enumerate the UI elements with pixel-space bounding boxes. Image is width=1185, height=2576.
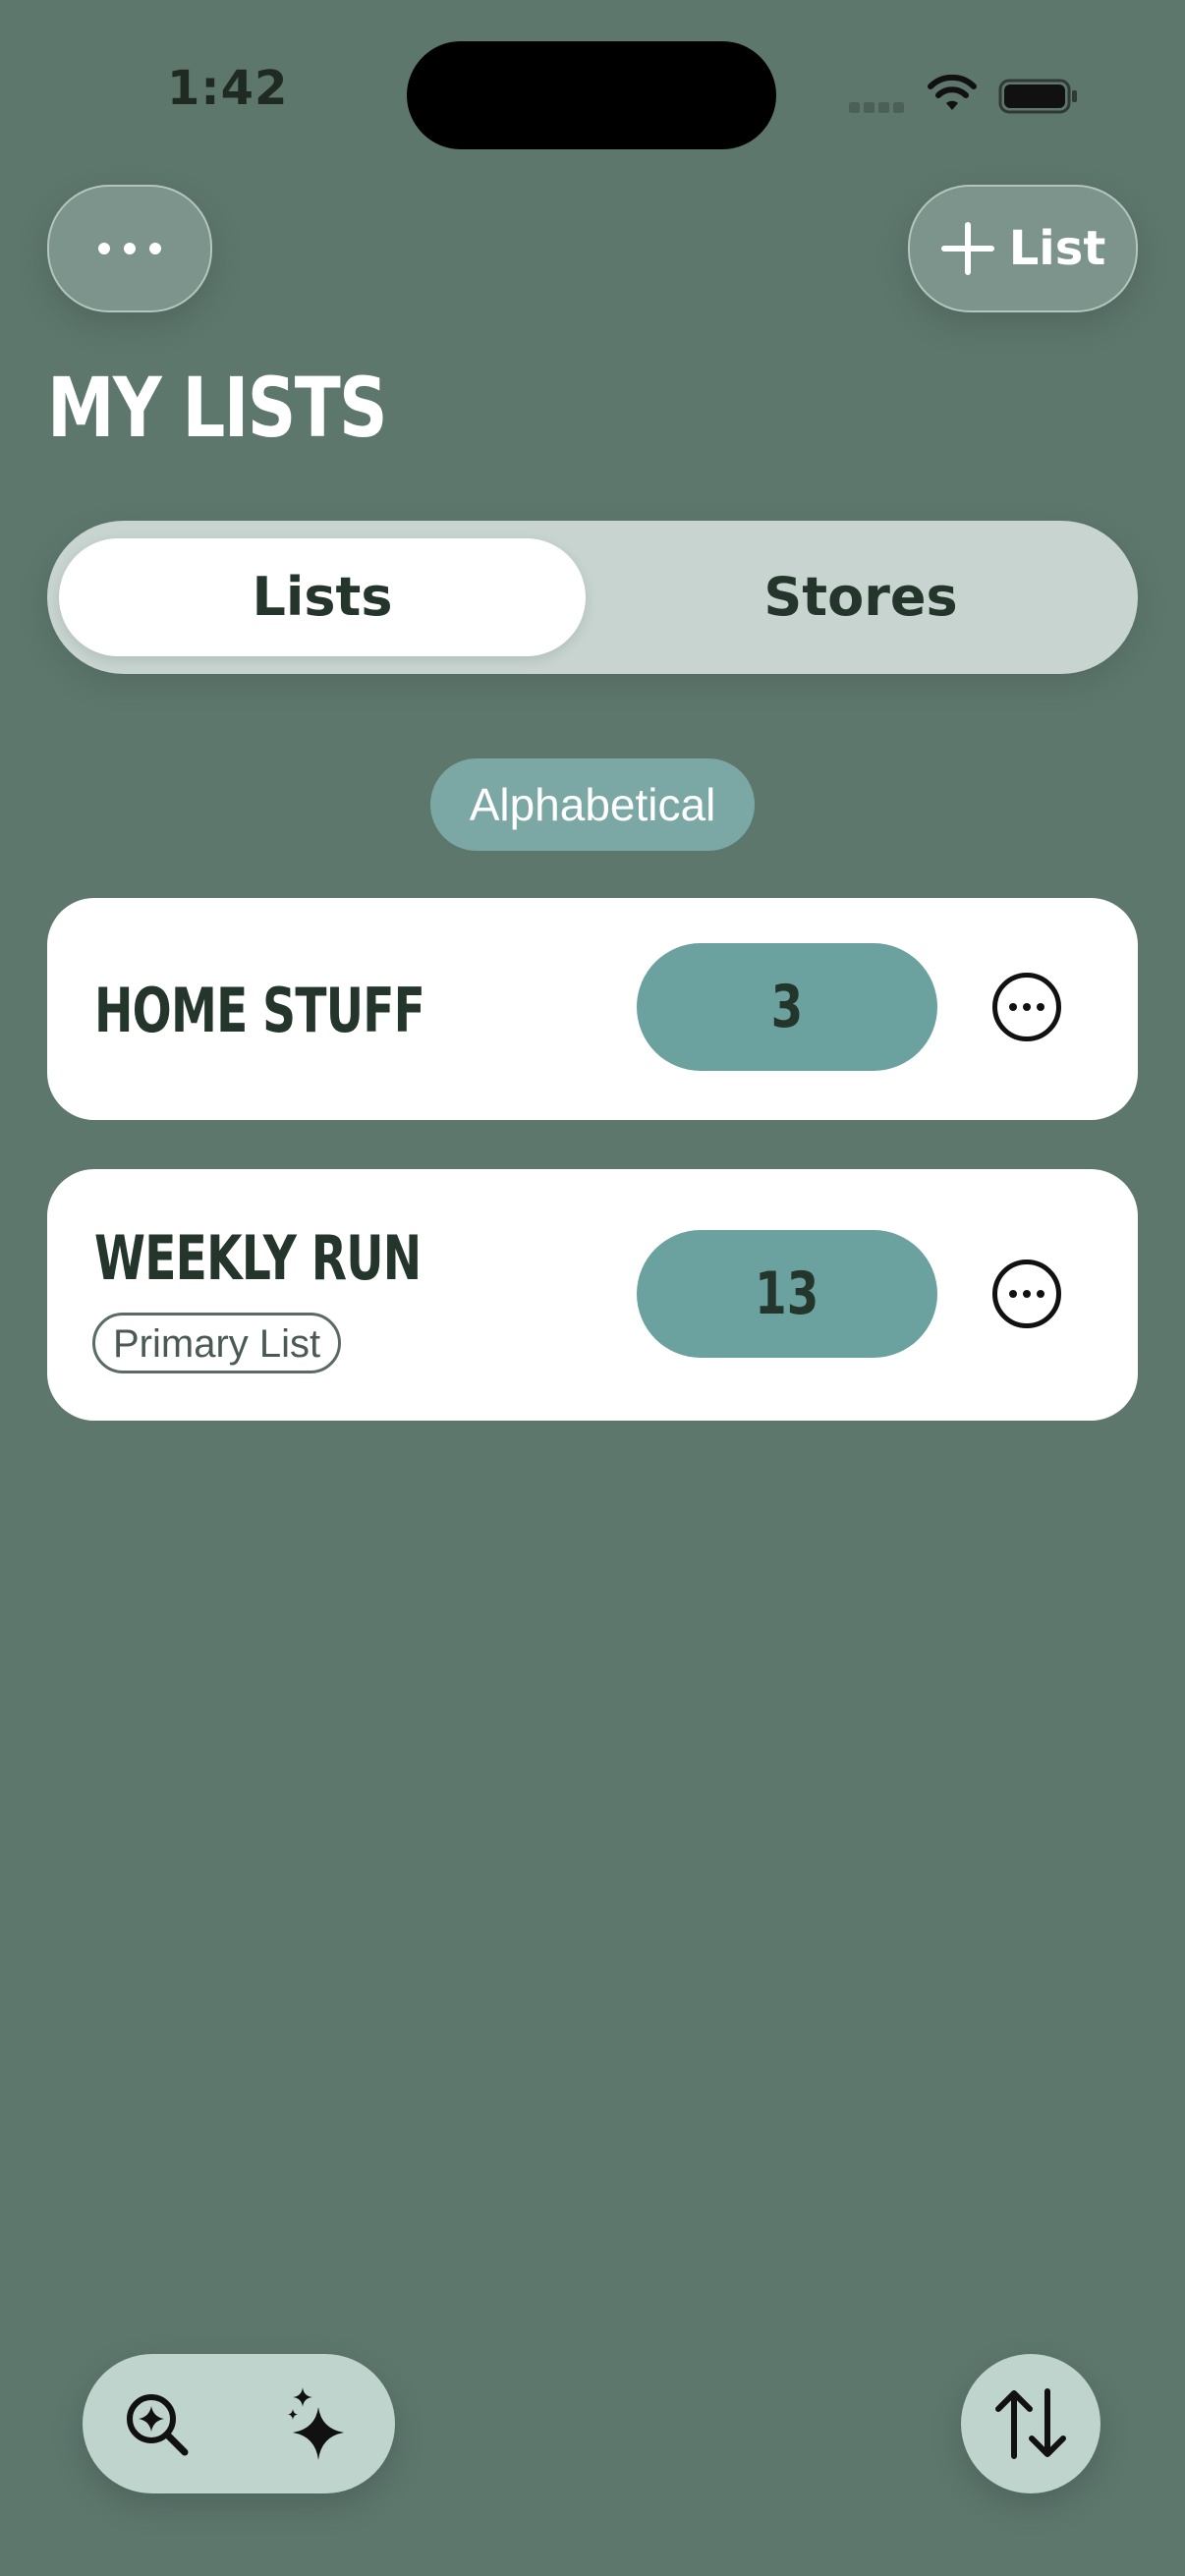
lists-stores-segmented-control: Lists Stores bbox=[47, 521, 1138, 674]
sort-order-button[interactable]: Alphabetical bbox=[430, 758, 755, 851]
more-options-button[interactable] bbox=[47, 185, 212, 312]
page-title: MY LISTS bbox=[47, 360, 388, 456]
tab-stores[interactable]: Stores bbox=[597, 538, 1124, 656]
bottom-tools-group bbox=[83, 2354, 395, 2493]
tab-lists[interactable]: Lists bbox=[59, 538, 586, 656]
dynamic-island bbox=[407, 41, 776, 149]
list-more-button[interactable] bbox=[992, 1260, 1061, 1328]
sparkles-icon[interactable] bbox=[285, 2383, 356, 2462]
list-name: WEEKLY RUN bbox=[94, 1222, 422, 1294]
battery-icon bbox=[998, 79, 1077, 114]
reorder-button[interactable] bbox=[961, 2354, 1100, 2493]
list-card[interactable]: WEEKLY RUN Primary List 13 bbox=[47, 1169, 1138, 1421]
ellipsis-icon bbox=[98, 243, 161, 254]
add-list-button[interactable]: List bbox=[908, 185, 1138, 312]
item-count-badge: 13 bbox=[637, 1230, 937, 1358]
list-card[interactable]: HOME STUFF 3 bbox=[47, 898, 1138, 1120]
search-sparkle-icon[interactable] bbox=[122, 2389, 193, 2460]
add-list-label: List bbox=[1008, 221, 1106, 276]
list-name: HOME STUFF bbox=[94, 975, 425, 1046]
cellular-signal-icon bbox=[849, 100, 908, 114]
item-count-badge: 3 bbox=[637, 943, 937, 1071]
plus-icon bbox=[940, 222, 994, 275]
status-time: 1:42 bbox=[167, 61, 289, 116]
primary-list-badge: Primary List bbox=[92, 1313, 342, 1373]
list-more-button[interactable] bbox=[992, 973, 1061, 1041]
wifi-icon bbox=[928, 75, 977, 110]
swap-vertical-icon bbox=[995, 2388, 1066, 2459]
